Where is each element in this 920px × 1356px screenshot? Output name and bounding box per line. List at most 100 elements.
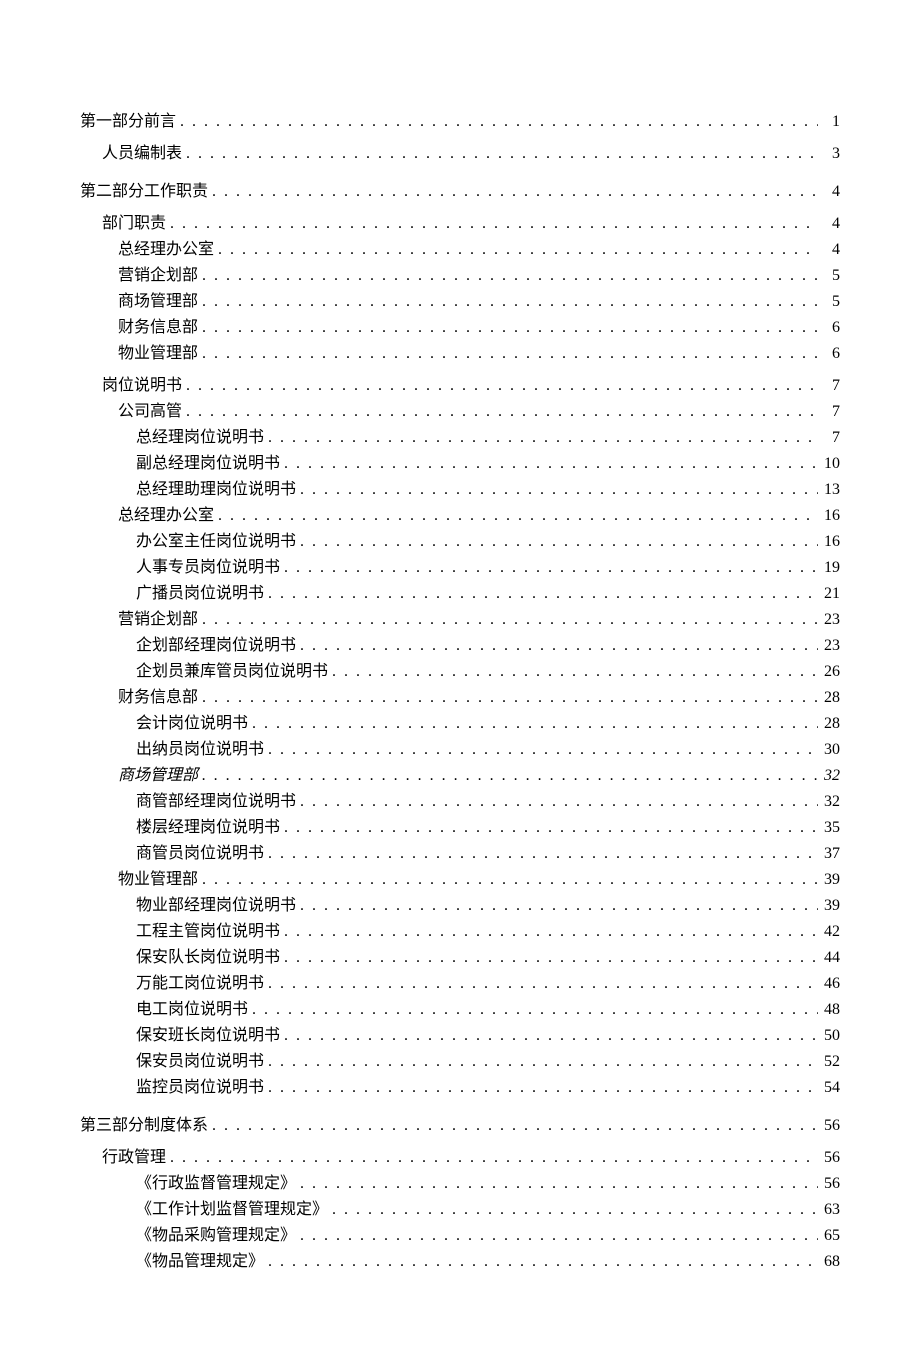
toc-page-number: 26: [818, 660, 840, 684]
toc-title: 总经理办公室: [118, 238, 214, 262]
toc-leader-dots: [166, 212, 818, 236]
toc-title: 广播员岗位说明书: [136, 582, 264, 606]
toc-title: 公司高管: [118, 400, 182, 424]
toc-page-number: 39: [818, 894, 840, 918]
toc-entry: 部门职责 4: [80, 212, 840, 236]
toc-page-number: 4: [818, 238, 840, 262]
toc-page-number: 7: [818, 426, 840, 450]
toc-entry: 《行政监督管理规定》 56: [80, 1172, 840, 1196]
toc-leader-dots: [198, 868, 818, 892]
toc-page-number: 39: [818, 868, 840, 892]
toc-entry: 营销企划部 23: [80, 608, 840, 632]
toc-entry: 电工岗位说明书 48: [80, 998, 840, 1022]
toc-title: 监控员岗位说明书: [136, 1076, 264, 1100]
toc-page-number: 35: [818, 816, 840, 840]
toc-entry: 总经理岗位说明书 7: [80, 426, 840, 450]
toc-title: 《行政监督管理规定》: [136, 1172, 296, 1196]
toc-page-number: 48: [818, 998, 840, 1022]
toc-title: 商管员岗位说明书: [136, 842, 264, 866]
toc-entry: 商管部经理岗位说明书 32: [80, 790, 840, 814]
toc-entry: 《物品采购管理规定》 65: [80, 1224, 840, 1248]
toc-page-number: 5: [818, 264, 840, 288]
toc-title: 办公室主任岗位说明书: [136, 530, 296, 554]
toc-title: 商管部经理岗位说明书: [136, 790, 296, 814]
toc-leader-dots: [264, 842, 818, 866]
toc-page-number: 16: [818, 530, 840, 554]
toc-title: 部门职责: [102, 212, 166, 236]
toc-entry: 楼层经理岗位说明书 35: [80, 816, 840, 840]
toc-title: 营销企划部: [118, 608, 198, 632]
toc-leader-dots: [296, 894, 818, 918]
toc-leader-dots: [248, 712, 818, 736]
toc-page-number: 5: [818, 290, 840, 314]
toc-entry: 企划部经理岗位说明书 23: [80, 634, 840, 658]
toc-entry: 总经理办公室 16: [80, 504, 840, 528]
toc-title: 总经理岗位说明书: [136, 426, 264, 450]
toc-entry: 总经理助理岗位说明书 13: [80, 478, 840, 502]
toc-leader-dots: [264, 1250, 818, 1274]
toc-entry: 人员编制表 3: [80, 142, 840, 166]
toc-page-number: 23: [818, 608, 840, 632]
toc-title: 总经理助理岗位说明书: [136, 478, 296, 502]
toc-leader-dots: [248, 998, 818, 1022]
toc-page-number: 56: [818, 1146, 840, 1170]
toc-title: 物业管理部: [118, 342, 198, 366]
toc-entry: 财务信息部 28: [80, 686, 840, 710]
toc-page-number: 52: [818, 1050, 840, 1074]
toc-entry: 《物品管理规定》 68: [80, 1250, 840, 1274]
toc-leader-dots: [280, 920, 818, 944]
toc-leader-dots: [264, 1076, 818, 1100]
toc-entry: 物业管理部 39: [80, 868, 840, 892]
toc-title: 商场管理部: [118, 290, 198, 314]
toc-title: 行政管理: [102, 1146, 166, 1170]
toc-title: 工程主管岗位说明书: [136, 920, 280, 944]
toc-leader-dots: [214, 238, 818, 262]
toc-entry: 出纳员岗位说明书 30: [80, 738, 840, 762]
toc-page-number: 46: [818, 972, 840, 996]
toc-leader-dots: [264, 426, 818, 450]
toc-leader-dots: [198, 316, 818, 340]
toc-leader-dots: [182, 400, 818, 424]
toc-entry: 工程主管岗位说明书 42: [80, 920, 840, 944]
toc-leader-dots: [296, 530, 818, 554]
toc-entry: 企划员兼库管员岗位说明书 26: [80, 660, 840, 684]
toc-page-number: 16: [818, 504, 840, 528]
toc-title: 总经理办公室: [118, 504, 214, 528]
toc-page-number: 30: [818, 738, 840, 762]
toc-leader-dots: [264, 738, 818, 762]
toc-entry: 岗位说明书 7: [80, 374, 840, 398]
toc-entry: 《工作计划监督管理规定》 63: [80, 1198, 840, 1222]
toc-title: 出纳员岗位说明书: [136, 738, 264, 762]
toc-title: 《物品采购管理规定》: [136, 1224, 296, 1248]
toc-leader-dots: [198, 342, 818, 366]
toc-entry: 保安队长岗位说明书 44: [80, 946, 840, 970]
toc-entry: 监控员岗位说明书 54: [80, 1076, 840, 1100]
toc-page-number: 10: [818, 452, 840, 476]
toc-leader-dots: [198, 686, 818, 710]
toc-leader-dots: [280, 1024, 818, 1048]
toc-entry: 第三部分制度体系 56: [80, 1114, 840, 1138]
toc-entry: 商管员岗位说明书 37: [80, 842, 840, 866]
toc-title: 人员编制表: [102, 142, 182, 166]
toc-entry: 办公室主任岗位说明书 16: [80, 530, 840, 554]
toc-page-number: 28: [818, 686, 840, 710]
toc-title: 物业管理部: [118, 868, 198, 892]
toc-page-number: 63: [818, 1198, 840, 1222]
toc-leader-dots: [182, 142, 818, 166]
toc-leader-dots: [328, 1198, 818, 1222]
toc-page-number: 32: [818, 764, 840, 788]
toc-leader-dots: [296, 1172, 818, 1196]
toc-title: 企划员兼库管员岗位说明书: [136, 660, 328, 684]
toc-title: 会计岗位说明书: [136, 712, 248, 736]
toc-page-number: 4: [818, 212, 840, 236]
toc-leader-dots: [280, 946, 818, 970]
toc-title: 营销企划部: [118, 264, 198, 288]
toc-leader-dots: [296, 634, 818, 658]
toc-title: 《物品管理规定》: [136, 1250, 264, 1274]
toc-leader-dots: [166, 1146, 818, 1170]
toc-entry: 物业部经理岗位说明书 39: [80, 894, 840, 918]
toc-leader-dots: [198, 290, 818, 314]
toc-page-number: 32: [818, 790, 840, 814]
toc-title: 《工作计划监督管理规定》: [136, 1198, 328, 1222]
toc-page-number: 7: [818, 400, 840, 424]
